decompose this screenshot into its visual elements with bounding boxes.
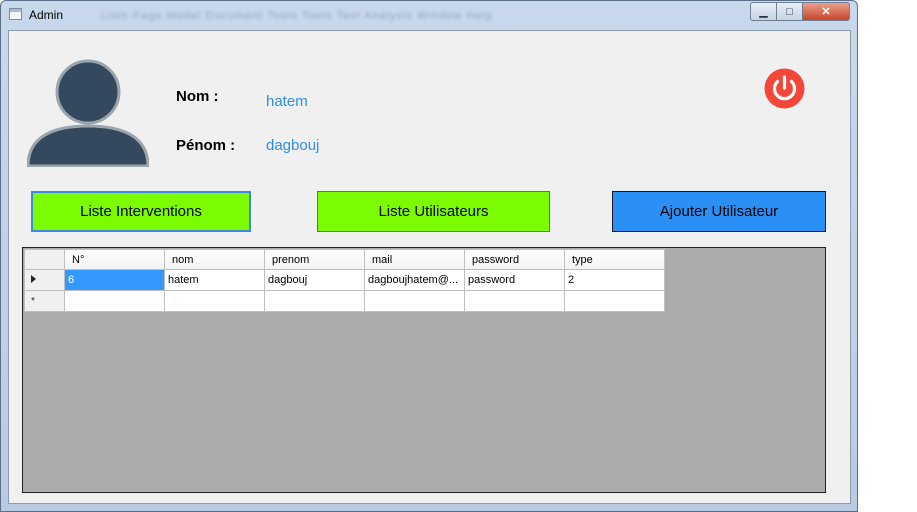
new-cell-mail[interactable] (364, 290, 465, 312)
column-header-type[interactable]: type (564, 249, 665, 270)
users-data-grid[interactable]: N° nom prenom mail password type 6 hatem… (22, 247, 826, 493)
cell-password[interactable]: password (464, 269, 565, 291)
new-cell-id[interactable] (64, 290, 165, 312)
power-icon[interactable] (764, 68, 805, 109)
ajouter-utilisateur-button[interactable]: Ajouter Utilisateur (612, 191, 826, 232)
new-cell-type[interactable] (564, 290, 665, 312)
nom-label: Nom : (176, 88, 219, 105)
prenom-value: dagbouj (266, 137, 320, 154)
column-header-password[interactable]: password (464, 249, 565, 270)
window-title: Admin (29, 8, 64, 22)
users-table: N° nom prenom mail password type 6 hatem… (24, 249, 665, 312)
liste-interventions-button[interactable]: Liste Interventions (31, 191, 251, 232)
column-header-id[interactable]: N° (64, 249, 165, 270)
new-row-marker: * (31, 296, 35, 307)
user-avatar-icon (27, 59, 149, 167)
table-row[interactable]: 6 hatem dagbouj dagboujhatem@... passwor… (24, 269, 665, 291)
column-header-nom[interactable]: nom (164, 249, 265, 270)
maximize-button[interactable]: □ (776, 2, 803, 21)
minimize-button[interactable]: ▁ (750, 2, 777, 21)
new-cell-prenom[interactable] (264, 290, 365, 312)
prenom-label: Pénom : (176, 137, 236, 154)
admin-window: Admin Lists Page Model Document Tools To… (0, 0, 858, 512)
new-cell-password[interactable] (464, 290, 565, 312)
cell-mail[interactable]: dagboujhatem@... (364, 269, 465, 291)
cell-id[interactable]: 6 (64, 269, 165, 291)
cell-nom[interactable]: hatem (164, 269, 265, 291)
background-menu-blurred: Lists Page Model Document Tools Tools Te… (101, 10, 493, 22)
nom-value: hatem (266, 93, 308, 110)
grid-corner-header[interactable] (24, 249, 65, 270)
cell-type[interactable]: 2 (564, 269, 665, 291)
current-row-arrow-icon (31, 275, 36, 283)
row-header-new[interactable]: * (24, 290, 65, 312)
form-client-area: Nom : hatem Pénom : dagbouj Liste Interv… (8, 30, 851, 504)
title-bar[interactable]: Admin Lists Page Model Document Tools To… (1, 1, 857, 29)
liste-utilisateurs-button[interactable]: Liste Utilisateurs (317, 191, 550, 232)
new-cell-nom[interactable] (164, 290, 265, 312)
app-icon (9, 8, 22, 20)
cell-prenom[interactable]: dagbouj (264, 269, 365, 291)
table-header-row: N° nom prenom mail password type (24, 249, 665, 270)
column-header-mail[interactable]: mail (364, 249, 465, 270)
row-header-current[interactable] (24, 269, 65, 291)
close-button[interactable]: ✕ (802, 2, 850, 21)
new-row[interactable]: * (24, 290, 665, 312)
column-header-prenom[interactable]: prenom (264, 249, 365, 270)
